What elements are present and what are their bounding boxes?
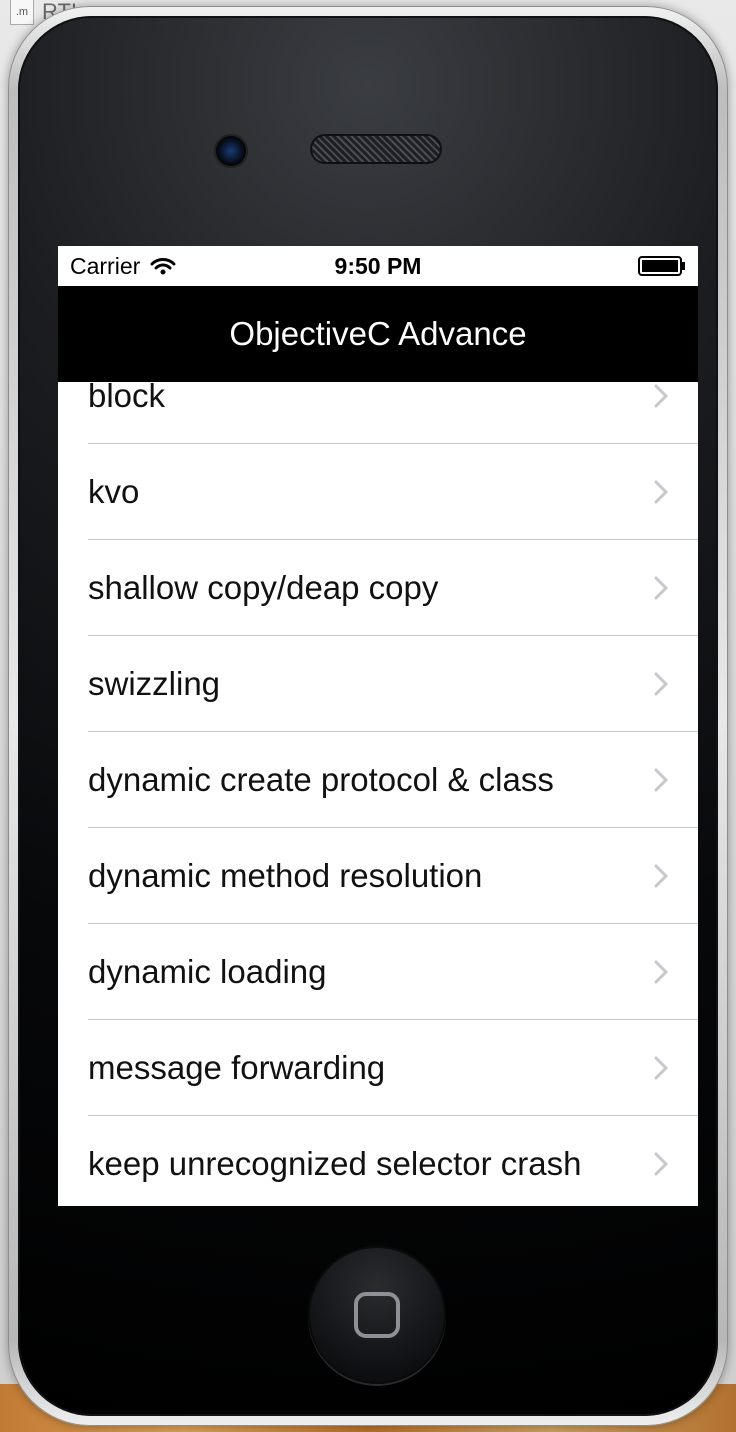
earpiece-speaker xyxy=(310,134,442,164)
table-row-swizzling[interactable]: swizzling xyxy=(58,636,698,732)
chevron-right-icon xyxy=(654,480,668,504)
iphone-device-frame: Carrier 9:50 PM ObjectiveC Advance block… xyxy=(8,6,728,1426)
table-view[interactable]: block kvo shallow copy/deap copy swizzli… xyxy=(58,382,698,1206)
home-button-square-icon xyxy=(354,1292,400,1338)
table-row-dynamic-method-resolution[interactable]: dynamic method resolution xyxy=(58,828,698,924)
chevron-right-icon xyxy=(654,1152,668,1176)
row-label: dynamic loading xyxy=(88,953,327,990)
iphone-body: Carrier 9:50 PM ObjectiveC Advance block… xyxy=(18,16,718,1416)
carrier-label: Carrier xyxy=(70,252,141,279)
row-label: keep unrecognized selector crash xyxy=(88,1145,582,1182)
wifi-icon xyxy=(150,258,176,275)
table-list: block kvo shallow copy/deap copy swizzli… xyxy=(58,382,698,1206)
home-button[interactable] xyxy=(308,1246,446,1384)
row-label: swizzling xyxy=(88,665,221,702)
chevron-right-icon xyxy=(654,768,668,792)
file-extension: .m xyxy=(15,6,29,18)
simulator-stage: .m RTI... Carrier 9:50 PM xyxy=(0,0,736,1432)
table-row-dynamic-loading[interactable]: dynamic loading xyxy=(58,924,698,1020)
table-row-kvo[interactable]: kvo xyxy=(58,444,698,540)
row-label: message forwarding xyxy=(88,1049,386,1086)
file-icon: .m xyxy=(10,0,34,25)
front-camera-icon xyxy=(214,134,248,168)
row-label: shallow copy/deap copy xyxy=(88,569,439,606)
chevron-right-icon xyxy=(654,864,668,888)
row-label: dynamic create protocol & class xyxy=(88,761,554,798)
navigation-bar: ObjectiveC Advance xyxy=(58,286,698,382)
table-row-dynamic-create-protocol-class[interactable]: dynamic create protocol & class xyxy=(58,732,698,828)
table-row-block[interactable]: block xyxy=(58,382,698,444)
status-bar: Carrier 9:50 PM xyxy=(58,246,698,286)
chevron-right-icon xyxy=(654,672,668,696)
row-label: block xyxy=(88,382,166,414)
screen: Carrier 9:50 PM ObjectiveC Advance block… xyxy=(58,246,698,1206)
nav-title: ObjectiveC Advance xyxy=(229,315,527,352)
row-label: dynamic method resolution xyxy=(88,857,483,894)
table-row-shallow-deep-copy[interactable]: shallow copy/deap copy xyxy=(58,540,698,636)
chevron-right-icon xyxy=(654,1056,668,1080)
battery-icon xyxy=(638,256,685,276)
table-row-keep-unrecognized-selector[interactable]: keep unrecognized selector crash xyxy=(58,1116,698,1206)
chevron-right-icon xyxy=(654,960,668,984)
status-left: Carrier xyxy=(70,253,176,280)
table-row-message-forwarding[interactable]: message forwarding xyxy=(58,1020,698,1116)
chevron-right-icon xyxy=(654,576,668,600)
row-label: kvo xyxy=(88,473,140,510)
chevron-right-icon xyxy=(654,384,668,408)
